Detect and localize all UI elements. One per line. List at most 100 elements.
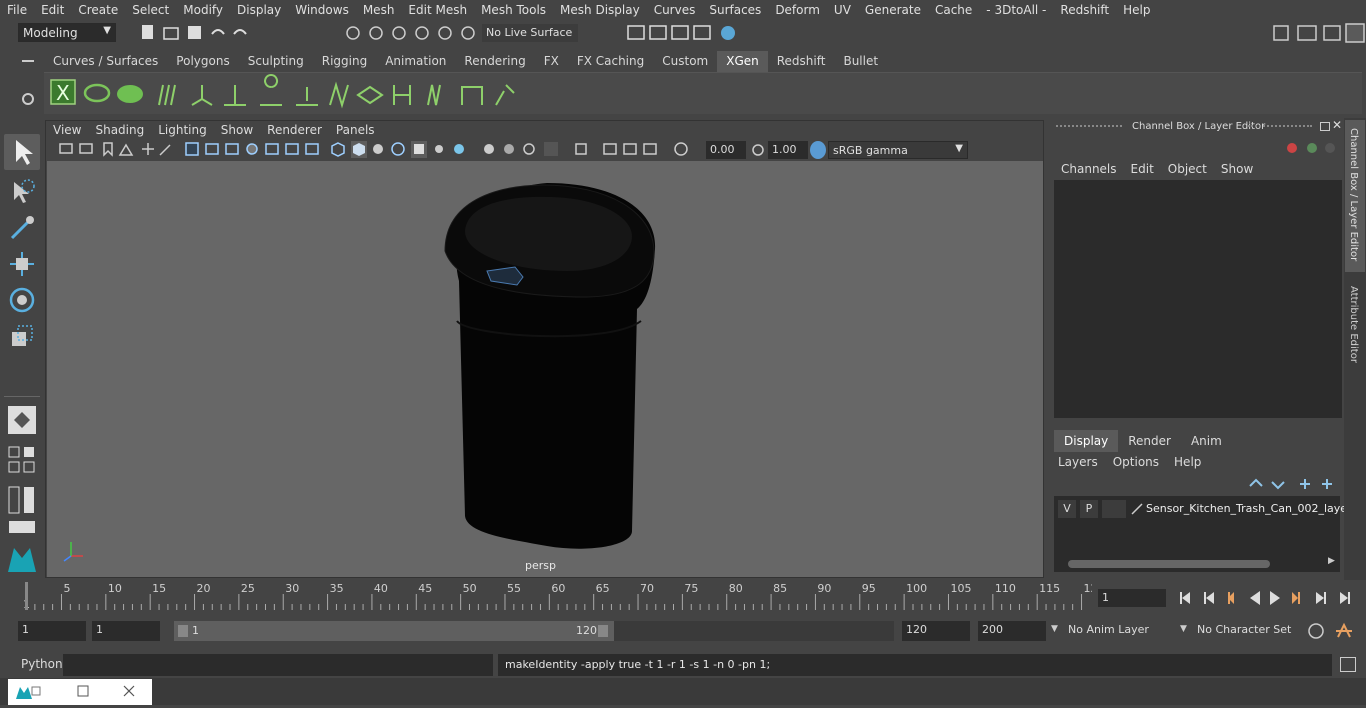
time-slider[interactable]: 1510152025303540455055606570758085909510… <box>18 580 1098 612</box>
menu-item-3dtoall[interactable]: - 3DtoAll - <box>979 3 1053 17</box>
range-handle-right[interactable] <box>598 625 608 637</box>
close-icon[interactable]: ✕ <box>1332 118 1342 132</box>
four-pane-layout-icon[interactable] <box>6 444 38 476</box>
menu-item-generate[interactable]: Generate <box>858 3 928 17</box>
channel-menu-show[interactable]: Show <box>1214 162 1260 176</box>
live-surface-field[interactable]: No Live Surface <box>482 24 578 42</box>
menu-item-modify[interactable]: Modify <box>176 3 230 17</box>
script-language-label[interactable]: Python <box>21 657 63 671</box>
lasso-tool-icon[interactable] <box>4 174 40 210</box>
layer-scrollbar[interactable] <box>1068 560 1270 568</box>
menu-item-edit[interactable]: Edit <box>34 3 71 17</box>
chevron-down-icon[interactable]: ▼ <box>1180 624 1187 634</box>
side-tab-attribute-editor[interactable]: Attribute Editor <box>1345 278 1365 378</box>
layer-visibility-toggle[interactable]: V <box>1058 500 1076 518</box>
move-tool-icon[interactable] <box>4 246 40 282</box>
perspective-viewport[interactable]: View Shading Lighting Show Renderer Panels <box>45 120 1044 578</box>
menu-item-mesh-display[interactable]: Mesh Display <box>553 3 647 17</box>
time-ruler[interactable]: 1510152025303540455055606570758085909510… <box>18 580 1098 612</box>
menu-item-redshift[interactable]: Redshift <box>1053 3 1116 17</box>
menu-item-mesh-tools[interactable]: Mesh Tools <box>474 3 553 17</box>
playback-end-field[interactable]: 120 <box>902 621 970 641</box>
graph-layout-icon[interactable] <box>6 518 38 538</box>
shelf-tab-redshift[interactable]: Redshift <box>768 51 835 72</box>
trash-can-model[interactable]: persp <box>47 161 1043 577</box>
viewport-scene[interactable]: persp <box>47 161 1043 577</box>
layer-menu-options[interactable]: Options <box>1113 455 1166 469</box>
shelf-tab-curves-surfaces[interactable]: Curves / Surfaces <box>44 51 167 72</box>
color-management-toggle[interactable] <box>810 141 826 159</box>
layer-tab-display[interactable]: Display <box>1054 430 1119 452</box>
scroll-right-icon[interactable]: ▶ <box>1328 556 1335 566</box>
layer-name[interactable]: Sensor_Kitchen_Trash_Can_002_layer <box>1146 502 1352 515</box>
single-pane-layout-icon[interactable] <box>6 404 38 436</box>
shelf-settings-icon[interactable] <box>22 93 34 105</box>
layer-playback-toggle[interactable]: P <box>1080 500 1098 518</box>
outliner-layout-icon[interactable] <box>6 484 38 516</box>
layer-menu-help[interactable]: Help <box>1174 455 1208 469</box>
scale-tool-icon[interactable] <box>4 318 40 354</box>
range-handle-left[interactable] <box>178 625 188 637</box>
layer-row[interactable]: V P Sensor_Kitchen_Trash_Can_002_layer <box>1056 500 1352 518</box>
menu-item-deform[interactable]: Deform <box>768 3 827 17</box>
playhead[interactable] <box>25 582 28 610</box>
menu-item-edit-mesh[interactable]: Edit Mesh <box>401 3 474 17</box>
viewport-menu-lighting[interactable]: Lighting <box>151 123 214 137</box>
command-input[interactable] <box>63 654 493 676</box>
channel-menu-edit[interactable]: Edit <box>1124 162 1161 176</box>
viewport-menu-shading[interactable]: Shading <box>88 123 151 137</box>
minimized-window[interactable] <box>8 679 152 705</box>
shelf-tab-rendering[interactable]: Rendering <box>455 51 534 72</box>
exposure-field[interactable]: 0.00 <box>706 141 746 159</box>
shelf-tab-custom[interactable]: Custom <box>653 51 717 72</box>
character-set-dropdown[interactable]: No Character Set <box>1197 623 1291 636</box>
menu-item-select[interactable]: Select <box>125 3 176 17</box>
color-space-dropdown[interactable]: sRGB gamma ▼ <box>828 141 968 159</box>
anim-layer-dropdown[interactable]: No Anim Layer <box>1068 623 1149 636</box>
side-tab-channel-box[interactable]: Channel Box / Layer Editor <box>1345 120 1365 272</box>
playback-start-field[interactable]: 1 <box>92 621 160 641</box>
channel-menu-channels[interactable]: Channels <box>1054 162 1124 176</box>
menu-item-mesh[interactable]: Mesh <box>356 3 402 17</box>
current-frame-field[interactable]: 1 <box>1098 589 1166 607</box>
gamma-field[interactable]: 1.00 <box>768 141 808 159</box>
float-panel-icon[interactable] <box>1320 122 1330 131</box>
menu-item-curves[interactable]: Curves <box>647 3 703 17</box>
shelf-tab-rigging[interactable]: Rigging <box>313 51 376 72</box>
shelf-tab-bullet[interactable]: Bullet <box>834 51 887 72</box>
shelf-tab-fx[interactable]: FX <box>535 51 568 72</box>
shelf-tab-animation[interactable]: Animation <box>376 51 455 72</box>
shelf-tab-sculpting[interactable]: Sculpting <box>239 51 313 72</box>
menu-item-create[interactable]: Create <box>71 3 125 17</box>
shelf-menu-icon[interactable] <box>22 60 34 62</box>
viewport-menu-renderer[interactable]: Renderer <box>260 123 329 137</box>
anim-start-field[interactable]: 1 <box>18 621 86 641</box>
shelf-tab-polygons[interactable]: Polygons <box>167 51 238 72</box>
menu-item-surfaces[interactable]: Surfaces <box>702 3 768 17</box>
range-slider[interactable]: 1 120 <box>174 621 614 641</box>
menu-item-display[interactable]: Display <box>230 3 288 17</box>
layer-color-swatch[interactable] <box>1130 502 1144 516</box>
layer-tab-render[interactable]: Render <box>1118 430 1181 452</box>
viewport-menu-view[interactable]: View <box>46 123 88 137</box>
layer-tab-anim[interactable]: Anim <box>1181 430 1232 452</box>
layer-menu-layers[interactable]: Layers <box>1058 455 1105 469</box>
menu-item-cache[interactable]: Cache <box>928 3 979 17</box>
mode-dropdown[interactable]: Modeling ▼ <box>18 23 116 42</box>
chevron-down-icon[interactable]: ▼ <box>1051 624 1058 634</box>
paint-select-tool-icon[interactable] <box>4 210 40 246</box>
script-editor-icon[interactable] <box>1340 657 1356 672</box>
viewport-menu-show[interactable]: Show <box>214 123 260 137</box>
layer-display-type[interactable] <box>1102 500 1126 518</box>
menu-item-uv[interactable]: UV <box>827 3 858 17</box>
rotate-tool-icon[interactable] <box>4 282 40 318</box>
menu-item-windows[interactable]: Windows <box>288 3 356 17</box>
channel-menu-object[interactable]: Object <box>1161 162 1214 176</box>
shelf-tab-xgen[interactable]: XGen <box>717 51 768 72</box>
menu-item-file[interactable]: File <box>0 3 34 17</box>
shelf-tab-fx-caching[interactable]: FX Caching <box>568 51 653 72</box>
viewport-menu-panels[interactable]: Panels <box>329 123 382 137</box>
select-tool-button[interactable] <box>4 134 40 170</box>
menu-item-help[interactable]: Help <box>1116 3 1157 17</box>
anim-end-field[interactable]: 200 <box>978 621 1046 641</box>
